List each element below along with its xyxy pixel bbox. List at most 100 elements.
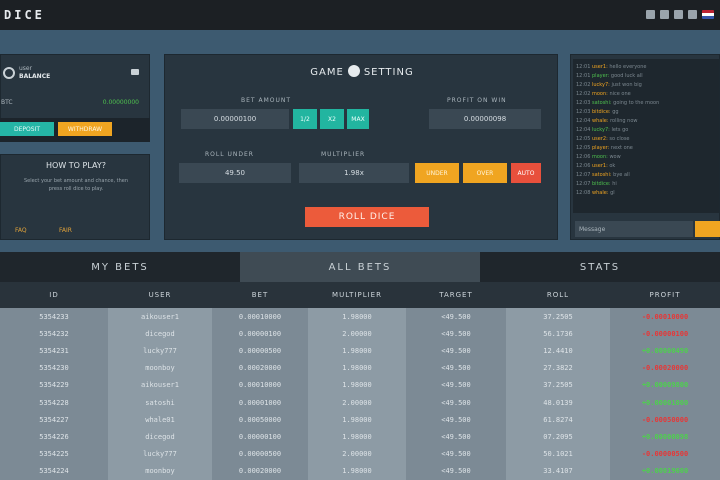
cell-roll: 48.0139 — [506, 393, 610, 412]
roll-under-field[interactable]: 49.50 — [179, 163, 291, 183]
cell-roll: 61.8274 — [506, 411, 610, 429]
cell-profit: -0.00010000 — [610, 308, 720, 326]
cell-roll: 37.2505 — [506, 308, 610, 326]
bet-amount-label: BET AMOUNT — [241, 97, 292, 104]
roll-under-label: ROLL UNDER — [205, 151, 254, 158]
cell-user: aikouser1 — [108, 376, 212, 394]
double-bet-button[interactable]: X2 — [320, 109, 344, 129]
cell-roll: 37.2505 — [506, 376, 610, 394]
table-row[interactable]: 5354225 lucky777 0.00000500 2.00000 <49.500 5… — [0, 445, 720, 463]
bet-amount-input[interactable]: 0.00000100 — [181, 109, 289, 129]
bets-tabs: MY BETS ALL BETS STATS — [0, 252, 720, 282]
avatar-icon — [3, 67, 15, 79]
game-title-right: SETTING — [363, 67, 414, 78]
cell-multiplier: 1.98000 — [308, 308, 406, 326]
cell-bet: 0.00050000 — [212, 411, 308, 429]
game-title-left: GAME — [310, 67, 344, 78]
cell-user: lucky777 — [108, 342, 212, 360]
cell-profit: -0.00000500 — [610, 445, 720, 463]
cell-profit: +0.00019600 — [610, 462, 720, 480]
cell-target: <49.500 — [406, 428, 506, 446]
cell-multiplier: 1.98000 — [308, 462, 406, 480]
deposit-button[interactable]: DEPOSIT — [0, 122, 54, 136]
under-button[interactable]: UNDER — [415, 163, 459, 183]
chat-message: 12:02 moon: nice one — [576, 91, 631, 97]
chat-message: 12:06 user1: ok — [576, 163, 616, 169]
multiplier-label: MULTIPLIER — [321, 151, 366, 158]
table-row[interactable]: 5354229 aikouser1 0.00010000 1.98000 <49.500… — [0, 376, 720, 394]
chat-message: 12:03 bitdice: gg — [576, 109, 619, 115]
multiplier-field[interactable]: 1.98x — [299, 163, 409, 183]
settings-icon[interactable] — [660, 10, 669, 19]
game-settings-panel: GAME SETTING BET AMOUNT 0.00000100 1/2 X2… — [164, 54, 558, 240]
chat-input[interactable]: Message — [575, 221, 693, 237]
over-button[interactable]: OVER — [463, 163, 507, 183]
sound-icon[interactable] — [674, 10, 683, 19]
column-header-roll[interactable]: ROLL — [506, 282, 610, 308]
currency-label: BTC — [1, 99, 13, 106]
tab-stats[interactable]: STATS — [480, 252, 720, 282]
cell-profit: +0.00000098 — [610, 428, 720, 446]
cell-roll: 07.2095 — [506, 428, 610, 446]
user-settings-icon[interactable] — [131, 69, 139, 75]
column-header-bet[interactable]: BET — [212, 282, 308, 308]
cell-target: <49.500 — [406, 342, 506, 360]
tab-my-bets[interactable]: MY BETS — [0, 252, 240, 282]
cell-bet: 0.00000500 — [212, 342, 308, 360]
column-header-target[interactable]: TARGET — [406, 282, 506, 308]
cell-id: 5354226 — [0, 428, 108, 446]
faq-link[interactable]: FAQ — [15, 227, 27, 234]
column-header-profit[interactable]: PROFIT — [610, 282, 720, 308]
half-bet-button[interactable]: 1/2 — [293, 109, 317, 129]
table-row[interactable]: 5354227 whale01 0.00050000 1.98000 <49.500 61… — [0, 411, 720, 429]
cell-multiplier: 1.98000 — [308, 342, 406, 360]
table-row[interactable]: 5354230 moonboy 0.00020000 1.98000 <49.500 27… — [0, 359, 720, 377]
chat-panel: 12:01 user1: hello everyone 12:01 player:… — [570, 54, 720, 240]
cell-target: <49.500 — [406, 376, 506, 394]
bets-table-body: 5354233 aikouser1 0.00010000 1.98000 <49.500… — [0, 308, 720, 480]
column-header-user[interactable]: USER — [108, 282, 212, 308]
cell-id: 5354225 — [0, 445, 108, 463]
table-row[interactable]: 5354231 lucky777 0.00000500 1.98000 <49.500 1… — [0, 342, 720, 360]
table-row[interactable]: 5354233 aikouser1 0.00010000 1.98000 <49.500… — [0, 308, 720, 326]
fair-link[interactable]: FAIR — [59, 227, 72, 234]
chat-message: 12:05 player: next one — [576, 145, 633, 151]
cell-user: lucky777 — [108, 445, 212, 463]
site-logo[interactable]: DICE — [4, 8, 45, 22]
cell-target: <49.500 — [406, 325, 506, 343]
table-row[interactable]: 5354228 satoshi 0.00001000 2.00000 <49.500 48… — [0, 393, 720, 412]
cell-profit: -0.00050000 — [610, 411, 720, 429]
top-icons — [646, 10, 714, 19]
info-icon[interactable] — [688, 10, 697, 19]
cell-profit: -0.00000100 — [610, 325, 720, 343]
cell-target: <49.500 — [406, 462, 506, 480]
chat-message: 12:08 whale: gl — [576, 190, 615, 196]
table-row[interactable]: 5354224 moonboy 0.00020000 1.98000 <49.500 33… — [0, 462, 720, 480]
tab-all-bets[interactable]: ALL BETS — [240, 252, 480, 282]
user-icon[interactable] — [646, 10, 655, 19]
language-flag-icon[interactable] — [702, 10, 714, 19]
max-bet-button[interactable]: MAX — [347, 109, 369, 129]
chat-message: 12:04 lucky7: lets go — [576, 127, 629, 133]
auto-button[interactable]: AUTO — [511, 163, 541, 183]
cell-multiplier: 1.98000 — [308, 428, 406, 446]
cell-user: whale01 — [108, 411, 212, 429]
cell-id: 5354233 — [0, 308, 108, 326]
cell-roll: 56.1736 — [506, 325, 610, 343]
column-header-id[interactable]: ID — [0, 282, 108, 308]
balance-label: BALANCE — [19, 73, 51, 80]
column-header-multiplier[interactable]: MULTIPLIER — [308, 282, 406, 308]
username: user — [19, 65, 33, 72]
cell-target: <49.500 — [406, 393, 506, 412]
cell-user: moonboy — [108, 359, 212, 377]
how-to-title: HOW TO PLAY? — [46, 161, 106, 170]
withdraw-button[interactable]: WITHDRAW — [58, 122, 112, 136]
table-row[interactable]: 5354226 dicegod 0.00000100 1.98000 <49.500 07… — [0, 428, 720, 446]
chat-message: 12:01 user1: hello everyone — [576, 64, 647, 70]
cell-id: 5354230 — [0, 359, 108, 377]
roll-dice-button[interactable]: ROLL DICE — [305, 207, 429, 227]
chat-messages[interactable]: 12:01 user1: hello everyone 12:01 player:… — [573, 59, 719, 213]
chat-message: 12:06 moon: wow — [576, 154, 621, 160]
chat-send-button[interactable] — [695, 221, 720, 237]
table-row[interactable]: 5354232 dicegod 0.00000100 2.00000 <49.500 56… — [0, 325, 720, 343]
